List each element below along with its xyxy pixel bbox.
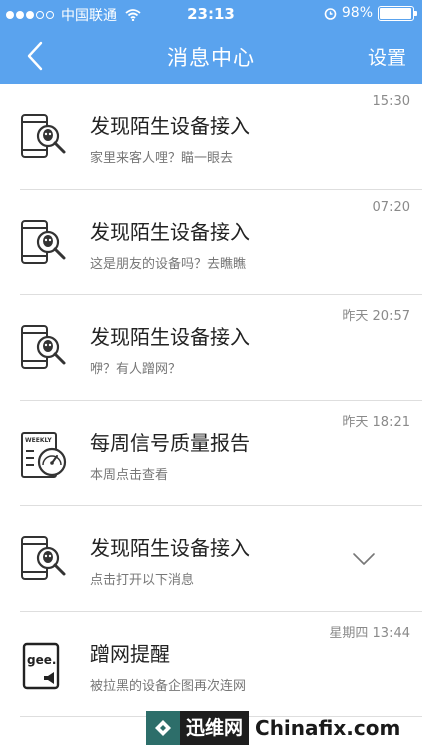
settings-button[interactable]: 设置: [368, 43, 406, 70]
message-time: 15:30: [372, 94, 410, 109]
message-time: 昨天 18:21: [342, 414, 410, 430]
message-title: 发现陌生设备接入: [90, 114, 250, 138]
message-subtitle: 本周点击查看: [90, 467, 169, 483]
phone-search-icon: [21, 114, 66, 158]
message-time: 昨天 20:57: [342, 309, 410, 324]
message-title: 发现陌生设备接入: [90, 219, 250, 244]
message-subtitle: 家里来客人哩？瞄一眼去: [90, 151, 234, 166]
battery-icon: [378, 5, 417, 21]
message-title: 每周信号质量报告: [90, 430, 250, 455]
phone-search-icon: [21, 536, 66, 580]
message-time: 07:20: [372, 199, 410, 215]
list-item[interactable]: 发现陌生设备接入 家里来客人哩？瞄一眼去 15:30: [0, 84, 422, 190]
message-subtitle: 被拉黑的设备企图再次连网: [90, 678, 247, 694]
message-subtitle: 这是朋友的设备吗？去瞧瞧: [90, 256, 247, 272]
watermark-site: Chinafix.com: [255, 716, 401, 740]
list-item[interactable]: 发现陌生设备接入 点击打开以下消息: [0, 506, 422, 612]
svg-text:WEEKLY: WEEKLY: [25, 437, 52, 444]
list-item[interactable]: 发现陌生设备接入 咿？有人蹭网？ 昨天 20:57: [0, 295, 422, 401]
list-item[interactable]: 发现陌生设备接入 这是朋友的设备吗？去瞧瞧 07:20: [0, 190, 422, 296]
message-time: 星期四 13:44: [329, 625, 410, 641]
chevron-down-icon[interactable]: [352, 551, 376, 567]
message-list: 发现陌生设备接入 家里来客人哩？瞄一眼去 15:30 发现陌生设备接入 这是朋友…: [0, 84, 422, 717]
list-item[interactable]: WEEKLY 每周信号质量报告 本周点击查看 昨天 18:21: [0, 401, 422, 507]
nav-bar: 消息中心 设置: [0, 28, 422, 84]
message-title: 发现陌生设备接入: [90, 325, 250, 349]
weekly-report-icon: WEEKLY: [21, 431, 67, 478]
message-subtitle: 咿？有人蹭网？: [90, 362, 182, 377]
watermark-brand: 迅维网: [180, 711, 250, 745]
phone-search-icon: [21, 325, 66, 369]
alarm-icon: [324, 7, 337, 20]
page-title: 消息中心: [167, 46, 255, 70]
status-bar: 中国联通 23:13 98%: [0, 0, 422, 28]
message-title: 发现陌生设备接入: [90, 536, 250, 560]
message-subtitle: 点击打开以下消息: [90, 573, 195, 588]
svg-text:gee.: gee.: [27, 653, 56, 667]
battery-percent: 98%: [341, 5, 373, 21]
watermark: 迅维网 Chinafix.com: [146, 706, 422, 750]
gee-alert-icon: gee.: [22, 642, 60, 689]
list-item[interactable]: gee. 蹭网提醒 被拉黑的设备企图再次连网 星期四 13:44: [0, 612, 422, 718]
phone-search-icon: [21, 219, 66, 264]
status-right: 98%: [324, 5, 417, 21]
message-title: 蹭网提醒: [90, 641, 170, 666]
watermark-logo-icon: [146, 711, 180, 745]
